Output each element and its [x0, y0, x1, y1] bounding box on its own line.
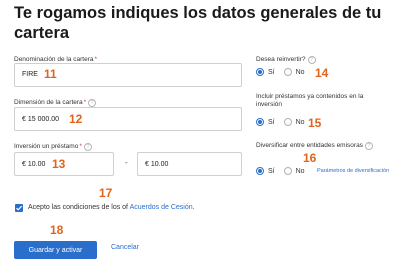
annotation-badge: 17 [99, 186, 113, 200]
radio-selected-icon[interactable] [256, 167, 264, 175]
include-loans-no-option[interactable]: No [283, 118, 305, 126]
annotation-badge: 12 [69, 112, 83, 126]
page-title: Te rogamos indiques los datos generales … [14, 4, 382, 42]
portfolio-size-value: € 15 000.00 [22, 116, 59, 123]
annotation-badge: 14 [315, 66, 329, 80]
question-circle-icon: ? [83, 143, 92, 151]
diversify-label: Diversificar entre entidades emisoras? [256, 142, 373, 150]
range-separator: - [125, 158, 128, 167]
portfolio-size-field[interactable]: € 15 000.00 [14, 107, 242, 131]
radio-selected-icon[interactable] [256, 68, 264, 76]
cancel-button[interactable]: Cancelar [111, 244, 139, 251]
diversify-radio-group: Sí No [256, 167, 314, 175]
assignment-agreements-link[interactable]: Acuerdos de Cesión [130, 204, 193, 211]
reinvest-no-option[interactable]: No [283, 68, 305, 76]
reinvest-yes-option[interactable]: Sí [256, 68, 275, 76]
question-circle-icon: ? [88, 99, 97, 107]
diversify-no-option[interactable]: No [283, 167, 305, 175]
loan-investment-label: Inversión un préstamo*? [14, 143, 92, 151]
radio-icon[interactable] [283, 68, 292, 76]
portfolio-size-label: Dimensión de la cartera*? [14, 99, 97, 107]
portfolio-name-label: Denominación de la cartera* [14, 56, 98, 63]
diversification-params-link[interactable]: Parámetros de diversificación [317, 168, 389, 174]
radio-icon[interactable] [283, 118, 292, 126]
loan-investment-max-field[interactable]: € 10.00 [137, 152, 242, 176]
save-and-activate-button[interactable]: Guardar y activar [14, 241, 97, 259]
diversify-yes-option[interactable]: Sí [256, 167, 275, 175]
radio-selected-icon[interactable] [256, 118, 264, 126]
reinvest-radio-group: Sí No [256, 68, 314, 76]
annotation-badge: 16 [303, 151, 317, 165]
include-loans-radio-group: Sí No [256, 118, 314, 126]
annotation-badge: 11 [44, 67, 57, 81]
radio-icon[interactable] [283, 167, 292, 175]
include-loans-label: Incluir préstamos ya contenidos en la in… [256, 93, 364, 108]
annotation-badge: 18 [50, 223, 64, 237]
loan-investment-max-value: € 10.00 [145, 161, 169, 168]
loan-investment-min-value: € 10.00 [22, 161, 46, 168]
annotation-badge: 13 [52, 157, 66, 171]
portfolio-name-value: FIRE [22, 71, 38, 78]
annotation-badge: 15 [308, 116, 322, 130]
question-circle-icon: ? [364, 142, 373, 150]
check-icon [16, 205, 23, 211]
question-circle-icon: ? [307, 56, 316, 64]
terms-checkbox[interactable] [15, 204, 23, 212]
terms-label: Acepto las condiciones de los of Acuerdo… [28, 204, 195, 211]
include-loans-yes-option[interactable]: Sí [256, 118, 275, 126]
reinvest-label: Desea reinvertir?? [256, 56, 316, 64]
